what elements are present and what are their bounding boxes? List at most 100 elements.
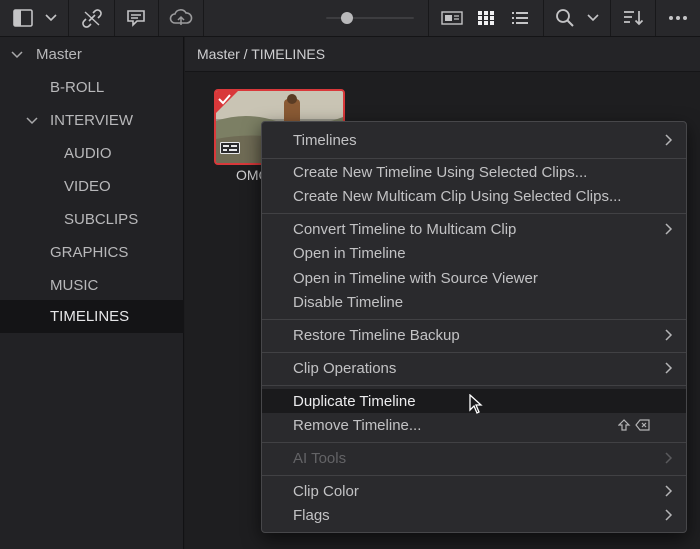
link-button[interactable] [76, 0, 108, 36]
menu-divider [262, 319, 686, 320]
menu-item-label: Clip Operations [293, 359, 397, 377]
menu-divider [262, 213, 686, 214]
menu-item-label: Remove Timeline... [293, 416, 422, 434]
link-broken-icon [82, 9, 102, 28]
sidebar-options-button[interactable] [40, 0, 62, 36]
toolbar [0, 0, 700, 37]
bin-label: B-ROLL [50, 79, 105, 96]
bin-item-video[interactable]: VIDEO [0, 170, 184, 203]
zoom-slider-handle[interactable] [341, 12, 353, 24]
menu-divider [262, 385, 686, 386]
menu-item-label: Disable Timeline [293, 293, 404, 311]
menu-item-label: Create New Timeline Using Selected Clips… [293, 163, 588, 181]
menu-divider [262, 442, 686, 443]
sort-icon [624, 11, 644, 26]
bin-item-graphics[interactable]: GRAPHICS [0, 236, 184, 269]
menu-item-label: Timelines [293, 131, 357, 149]
menu-item-timelines[interactable]: Timelines [262, 128, 686, 152]
bin-sidebar: Master B-ROLL INTERVIEW AUDIO VIDEO SUBC… [0, 37, 184, 549]
chevron-right-icon [665, 134, 673, 146]
menu-item-convert-to-multicam[interactable]: Convert Timeline to Multicam Clip [262, 217, 686, 241]
bin-item-subclips[interactable]: SUBCLIPS [0, 203, 184, 236]
menu-item-duplicate-timeline[interactable]: Duplicate Timeline [262, 389, 686, 414]
chevron-right-icon [665, 223, 673, 235]
mouse-cursor-icon [469, 394, 483, 414]
sidebar-toggle-button[interactable] [8, 0, 38, 36]
zoom-slider[interactable] [326, 17, 414, 19]
menu-item-label: Restore Timeline Backup [293, 326, 460, 344]
chevron-right-icon [665, 362, 673, 374]
bin-label: Master [36, 46, 82, 63]
search-icon [556, 9, 574, 27]
sort-button[interactable] [618, 0, 648, 36]
menu-item-label: Clip Color [293, 482, 359, 500]
list-view-button[interactable] [506, 0, 534, 36]
bin-label: INTERVIEW [50, 112, 134, 129]
menu-item-open-with-source-viewer[interactable]: Open in Timeline with Source Viewer [262, 266, 686, 290]
chevron-right-icon [665, 329, 673, 341]
breadcrumb: Master / TIMELINES [185, 37, 700, 72]
menu-item-open-in-timeline[interactable]: Open in Timeline [262, 241, 686, 265]
toolbar-divider [655, 0, 656, 36]
chevron-right-icon [665, 485, 673, 497]
metadata-view-button[interactable] [437, 0, 467, 36]
menu-divider [262, 475, 686, 476]
menu-item-ai-tools: AI Tools [262, 446, 686, 470]
menu-item-clip-operations[interactable]: Clip Operations [262, 356, 686, 380]
cloud-icon [169, 9, 193, 25]
menu-item-label: Convert Timeline to Multicam Clip [293, 220, 517, 238]
search-button[interactable] [552, 0, 578, 36]
chevron-down-icon[interactable] [11, 49, 23, 61]
menu-item-label: Duplicate Timeline [293, 392, 416, 410]
grid-view-icon [478, 11, 494, 25]
menu-divider [262, 352, 686, 353]
sidebar-toggle-icon [13, 9, 33, 27]
toolbar-divider [203, 0, 204, 36]
menu-item-create-multicam-clip[interactable]: Create New Multicam Clip Using Selected … [262, 184, 686, 208]
metadata-button[interactable] [120, 0, 152, 36]
bin-label: SUBCLIPS [64, 211, 139, 228]
chevron-down-icon [45, 14, 57, 22]
menu-item-label: Flags [293, 506, 330, 524]
menu-item-label: Open in Timeline [293, 244, 406, 262]
bin-label: GRAPHICS [50, 244, 129, 261]
bin-item-audio[interactable]: AUDIO [0, 137, 184, 170]
menu-divider [262, 158, 686, 159]
toolbar-divider [610, 0, 611, 36]
menu-item-create-new-timeline[interactable]: Create New Timeline Using Selected Clips… [262, 160, 686, 184]
chevron-right-icon [665, 509, 673, 521]
cloud-button[interactable] [164, 0, 198, 36]
bin-item-interview[interactable]: INTERVIEW [0, 104, 184, 137]
bin-label: MUSIC [50, 277, 99, 294]
menu-item-restore-timeline-backup[interactable]: Restore Timeline Backup [262, 323, 686, 347]
toolbar-divider [114, 0, 115, 36]
toolbar-divider [158, 0, 159, 36]
chevron-down-icon [587, 14, 599, 22]
bin-item-master[interactable]: Master [0, 38, 184, 71]
timeline-icon [220, 142, 240, 154]
list-view-icon [512, 12, 528, 24]
toolbar-divider [543, 0, 544, 36]
grid-view-button[interactable] [472, 0, 500, 36]
menu-item-label: AI Tools [293, 449, 347, 467]
menu-item-remove-timeline[interactable]: Remove Timeline... [262, 413, 686, 437]
bin-label: VIDEO [64, 178, 111, 195]
chevron-down-icon[interactable] [26, 115, 38, 127]
menu-item-flags[interactable]: Flags [262, 503, 686, 527]
bin-label: AUDIO [64, 145, 112, 162]
menu-item-clip-color[interactable]: Clip Color [262, 479, 686, 503]
search-options-button[interactable] [582, 0, 604, 36]
menu-item-disable-timeline[interactable]: Disable Timeline [262, 290, 686, 314]
more-icon [669, 16, 687, 20]
chevron-right-icon [665, 452, 673, 464]
shift-delete-icon [618, 419, 650, 431]
menu-item-label: Create New Multicam Clip Using Selected … [293, 187, 622, 205]
metadata-icon [127, 10, 145, 27]
menu-item-label: Open in Timeline with Source Viewer [293, 269, 538, 287]
bin-item-music[interactable]: MUSIC [0, 269, 184, 302]
bin-item-timelines[interactable]: TIMELINES [0, 300, 184, 333]
breadcrumb-path: Master / TIMELINES [197, 46, 326, 62]
toolbar-divider [68, 0, 69, 36]
more-options-button[interactable] [662, 0, 694, 36]
bin-item-b-roll[interactable]: B-ROLL [0, 71, 184, 104]
